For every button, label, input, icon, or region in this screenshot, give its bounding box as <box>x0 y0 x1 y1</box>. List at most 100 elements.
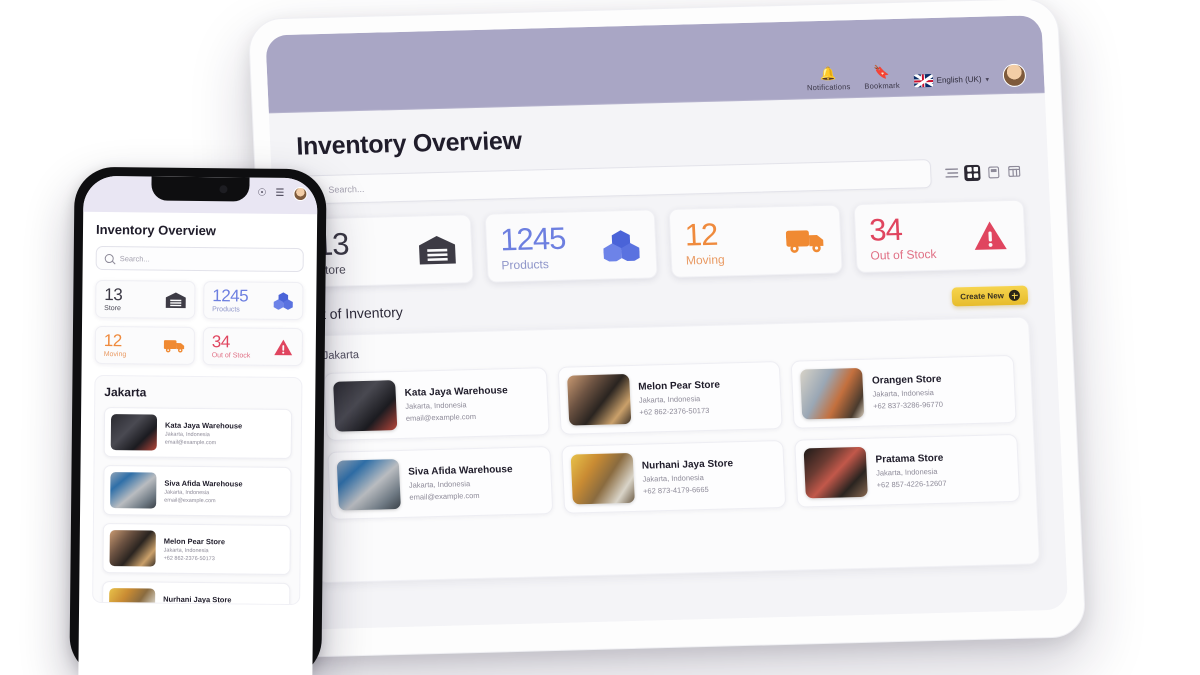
boxes-icon <box>272 291 294 310</box>
plus-icon <box>1008 289 1021 302</box>
phone-stat-card-out-of-stock[interactable]: 34 Out of Stock <box>202 327 303 367</box>
page-title: Inventory Overview <box>295 126 523 161</box>
store-location: Jakarta, Indonesia <box>875 466 938 478</box>
store-thumbnail <box>570 452 635 505</box>
language-selector[interactable]: English (UK) ▾ <box>913 73 989 90</box>
bell-icon: 🔔 <box>819 65 837 81</box>
store-thumbnail <box>109 530 156 567</box>
phone-notch <box>151 176 250 202</box>
warehouse-icon <box>416 233 458 268</box>
store-card-grid: Kata Jaya Warehouse Jakarta, Indonesia e… <box>323 354 1021 520</box>
tablet-screen: 🔔 Notifications 🔖 Bookmark English (UK) <box>265 15 1069 630</box>
phone-search-placeholder: Search... <box>119 253 150 263</box>
phone-inventory-panel: Jakarta Kata Jaya Warehouse Jakarta, Ind… <box>92 374 303 606</box>
store-name: Nurhani Jaya Store <box>641 457 734 472</box>
store-location: Jakarta, Indonesia <box>872 387 935 399</box>
phone-stat-card-products[interactable]: 1245 Products <box>203 281 304 321</box>
store-thumbnail <box>333 380 398 432</box>
user-avatar[interactable] <box>293 186 308 202</box>
store-contact: +62 857-4226-12607 <box>876 478 947 490</box>
stat-card-out-of-stock[interactable]: 34 Out of Stock <box>853 199 1027 274</box>
phone-list-item[interactable]: Melon Pear Store Jakarta, Indonesia +62 … <box>102 523 291 575</box>
list-view-toggle[interactable] <box>943 165 960 181</box>
store-contact: email@example.com <box>409 490 480 502</box>
phone-stat-card-store[interactable]: 13 Store <box>95 279 196 319</box>
phone-list-item[interactable]: Nurhani Jaya Store Jakarta, Indonesia +6… <box>101 581 291 606</box>
header-actions: 🔔 Notifications 🔖 Bookmark English (UK) <box>806 62 1027 93</box>
phone-top-actions: ☉ ☰ <box>257 186 308 202</box>
store-name: Nurhani Jaya Store <box>163 594 232 604</box>
grid-view-toggle[interactable] <box>963 164 981 181</box>
create-new-label: Create New <box>960 291 1005 302</box>
store-name: Kata Jaya Warehouse <box>404 384 508 399</box>
store-thumbnail <box>803 446 869 499</box>
store-contact: +62 873-4179-6665 <box>642 484 709 496</box>
search-input[interactable]: Search... <box>297 159 932 205</box>
store-card[interactable]: Nurhani Jaya Store Jakarta, Indonesia +6… <box>560 439 787 514</box>
inventory-panel: Jakarta Kata Jaya Warehouse Jakarta, Ind… <box>304 316 1041 584</box>
user-avatar[interactable] <box>1002 63 1027 88</box>
phone-list-item[interactable]: Kata Jaya Warehouse Jakarta, Indonesia e… <box>103 407 293 459</box>
stat-value: 12 <box>103 331 122 351</box>
store-contact: +62 837-3286-96770 <box>872 399 944 411</box>
front-camera-icon <box>219 185 228 194</box>
store-thumbnail <box>336 459 401 511</box>
search-placeholder: Search... <box>328 183 365 195</box>
bookmark-button[interactable]: 🔖 Bookmark <box>864 64 900 91</box>
store-card[interactable]: Orangen Store Jakarta, Indonesia +62 837… <box>790 354 1017 429</box>
stat-label: Store <box>104 305 121 313</box>
card-view-toggle[interactable] <box>985 164 1002 180</box>
store-contact: email@example.com <box>164 497 216 504</box>
store-contact: +62 862-2376-50173 <box>163 555 215 562</box>
warehouse-icon <box>164 290 186 309</box>
store-thumbnail <box>108 588 156 606</box>
bell-icon[interactable]: ☉ <box>257 188 266 199</box>
store-thumbnail <box>566 374 631 426</box>
stat-label: Out of Stock <box>211 352 251 360</box>
stat-label: Out of Stock <box>870 246 937 263</box>
create-new-button[interactable]: Create New <box>951 285 1029 307</box>
stat-card-moving[interactable]: 12 Moving <box>668 204 843 278</box>
phone-status-bar: ☉ ☰ <box>83 175 318 215</box>
store-location: Jakarta, Indonesia <box>164 489 210 496</box>
stat-card-products[interactable]: 1245 Products <box>484 209 658 283</box>
stat-value: 1245 <box>212 286 249 306</box>
phone-search-input[interactable]: Search... <box>95 245 304 273</box>
search-row: Search... <box>297 157 1023 205</box>
phone-mockup: ☉ ☰ Inventory Overview Search... 13 Stor… <box>69 166 327 675</box>
phone-list-item[interactable]: Siva Afida Warehouse Jakarta, Indonesia … <box>103 465 292 517</box>
tablet-mockup: 🔔 Notifications 🔖 Bookmark English (UK) <box>247 0 1087 659</box>
hamburger-menu-icon[interactable]: ☰ <box>275 188 284 199</box>
store-location: Jakarta, Indonesia <box>164 431 210 438</box>
stat-label: Moving <box>685 252 725 268</box>
screenshot-stage: 🔔 Notifications 🔖 Bookmark English (UK) <box>0 0 1200 675</box>
stat-label: Moving <box>103 351 127 359</box>
stat-value: 12 <box>684 216 719 253</box>
store-card[interactable]: Melon Pear Store Jakarta, Indonesia +62 … <box>557 361 784 435</box>
stat-value: 34 <box>868 211 903 248</box>
store-name: Kata Jaya Warehouse <box>164 420 243 430</box>
store-name: Siva Afida Warehouse <box>164 478 243 488</box>
store-location: Jakarta, Indonesia <box>163 547 209 554</box>
store-name: Orangen Store <box>871 373 942 387</box>
table-view-toggle[interactable] <box>1006 163 1023 179</box>
view-toggle-group <box>943 163 1023 181</box>
stat-cards: 13 Store 1245 Products 12 Moving 34 Out … <box>299 199 1027 288</box>
notifications-button[interactable]: 🔔 Notifications <box>806 65 851 93</box>
store-card[interactable]: Kata Jaya Warehouse Jakarta, Indonesia e… <box>323 367 550 441</box>
truck-icon <box>163 336 186 355</box>
store-location: Jakarta, Indonesia <box>405 399 467 411</box>
store-thumbnail <box>110 472 157 509</box>
store-location: Jakarta, Indonesia <box>408 478 471 490</box>
phone-stat-card-moving[interactable]: 12 Moving <box>94 325 196 365</box>
warning-icon <box>969 218 1011 253</box>
store-location: Jakarta, Indonesia <box>642 472 704 484</box>
store-card[interactable]: Siva Afida Warehouse Jakarta, Indonesia … <box>327 446 553 520</box>
store-name: Siva Afida Warehouse <box>408 463 513 478</box>
language-label: English (UK) <box>936 74 982 85</box>
stat-value: 1245 <box>499 220 567 258</box>
stat-label: Products <box>501 257 550 273</box>
warning-icon <box>272 337 294 356</box>
store-card[interactable]: Pratama Store Jakarta, Indonesia +62 857… <box>794 433 1021 508</box>
store-location: Jakarta, Indonesia <box>638 393 701 405</box>
